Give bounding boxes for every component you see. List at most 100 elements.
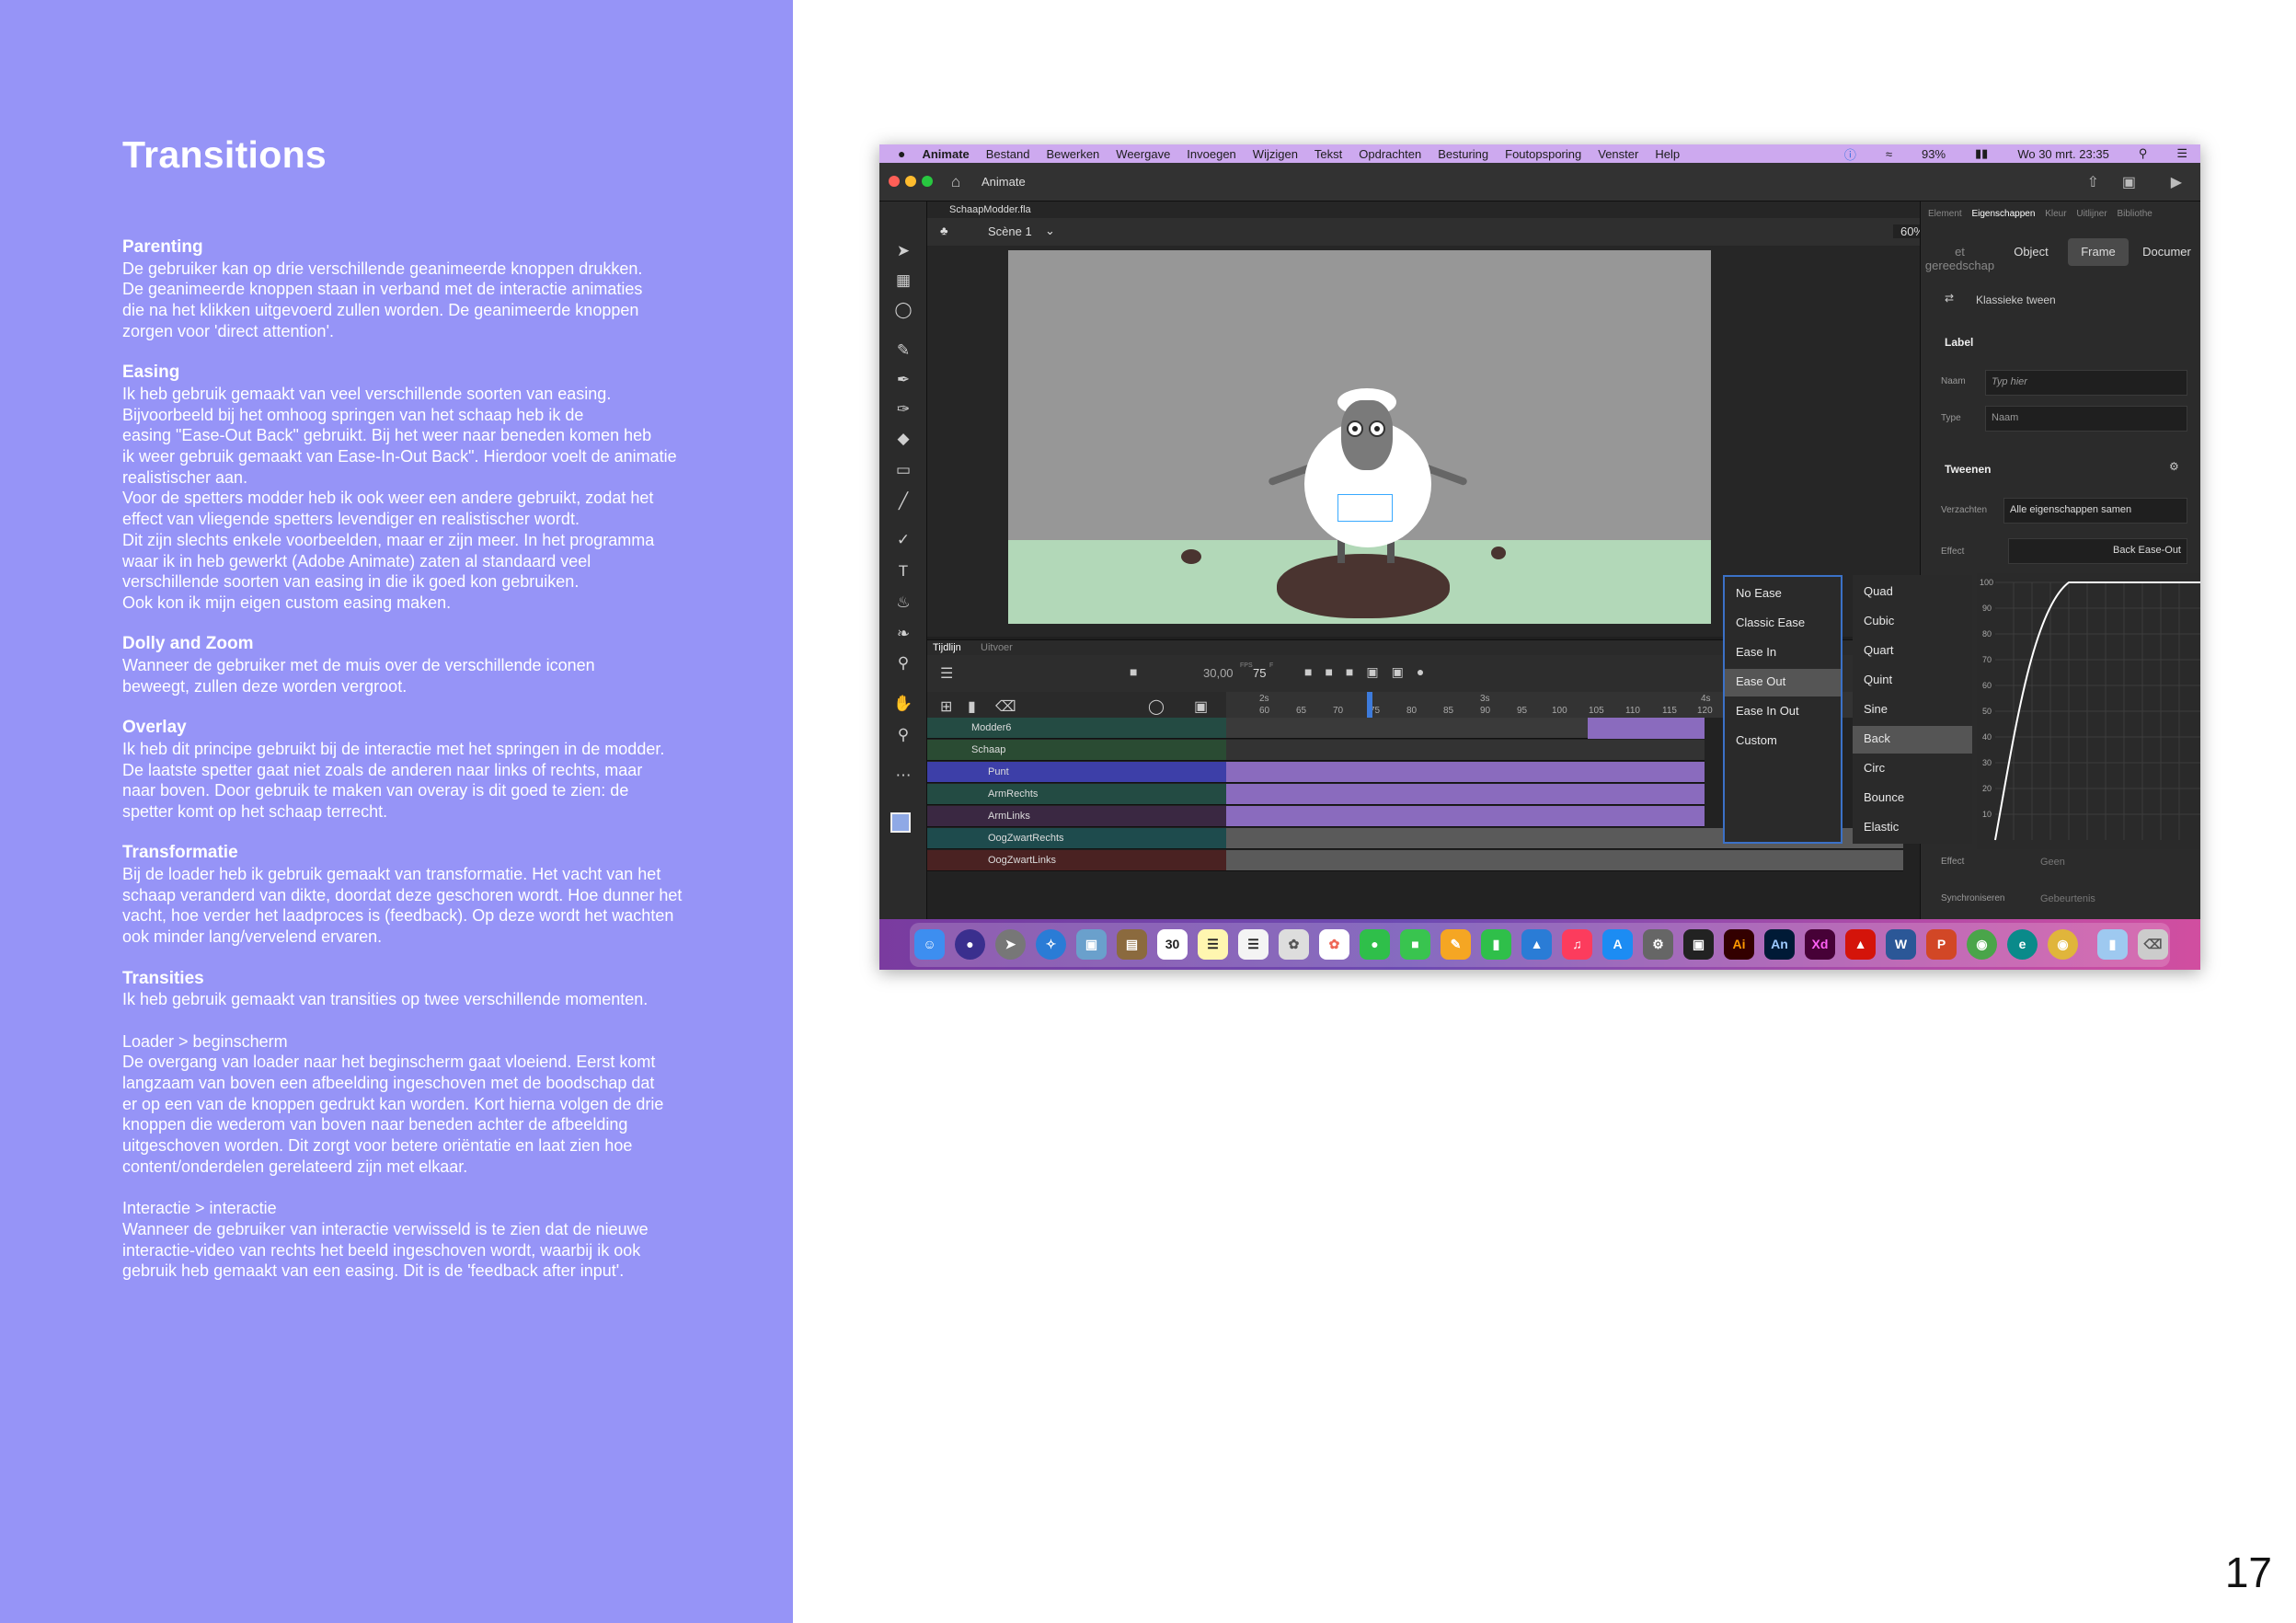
reminders-icon[interactable]: ☰ (1238, 929, 1269, 960)
paint-bucket-icon[interactable]: ♨ (892, 592, 914, 614)
frame-track[interactable] (1226, 850, 1903, 871)
apple-icon[interactable]: ● (898, 146, 905, 161)
pin-icon[interactable]: ⚲ (892, 652, 914, 674)
tab-document[interactable]: Documer (2132, 238, 2200, 266)
menu-animate[interactable]: Animate (922, 147, 969, 161)
layers-icon[interactable]: ☰ (940, 664, 953, 683)
frame-track[interactable] (1226, 718, 1705, 739)
trash-icon[interactable]: ⌫ (2138, 929, 2168, 960)
selection-tool-icon[interactable]: ➤ (892, 240, 914, 262)
keynote-icon[interactable]: ▲ (1521, 929, 1552, 960)
stroke-fill-swatch[interactable] (890, 812, 911, 833)
curve-option[interactable]: Circ (1853, 755, 1972, 783)
eraser-icon[interactable]: ◆ (892, 428, 914, 450)
curve-option[interactable]: Quart (1853, 638, 1972, 665)
folder-icon[interactable]: ▮ (968, 697, 976, 716)
tab-kleur[interactable]: Kleur (2045, 209, 2066, 219)
notes-icon[interactable]: ☰ (1198, 929, 1228, 960)
curve-option[interactable]: Cubic (1853, 608, 1972, 636)
powerpoint-icon[interactable]: P (1926, 929, 1957, 960)
wifi-icon[interactable]: ≈ (1886, 147, 1892, 161)
layer-row[interactable]: Schaap (927, 740, 1226, 761)
curve-option[interactable]: Quint (1853, 667, 1972, 695)
menu-help[interactable]: Help (1655, 147, 1680, 161)
playhead[interactable] (1367, 692, 1372, 718)
pages-icon[interactable]: ✎ (1441, 929, 1471, 960)
notes-icon[interactable]: ▤ (1117, 929, 1147, 960)
gear-icon[interactable]: ⚙ (2169, 460, 2179, 473)
effect-value[interactable]: Geen (2040, 857, 2065, 868)
minimize-window-button[interactable] (905, 176, 916, 187)
menu-venster[interactable]: Venster (1598, 147, 1638, 161)
close-window-button[interactable] (889, 176, 900, 187)
workspace-icon[interactable]: ▣ (2122, 173, 2136, 191)
classic-tween-label[interactable]: Klassieke tween (1976, 294, 2056, 306)
menu-bestand[interactable]: Bestand (986, 147, 1030, 161)
safari-icon[interactable]: ✧ (1036, 929, 1066, 960)
lasso-icon[interactable]: ◯ (892, 299, 914, 321)
launchpad-icon[interactable]: ➤ (995, 929, 1026, 960)
menu-opdrachten[interactable]: Opdrachten (1359, 147, 1421, 161)
eyedropper-icon[interactable]: ❧ (892, 623, 914, 645)
ease-option-selected[interactable]: Ease Out (1725, 669, 1841, 696)
frame-track[interactable] (1226, 784, 1705, 805)
scene-name[interactable]: Scène 1 (988, 224, 1032, 238)
layer-row[interactable]: ArmRechts (927, 784, 1226, 805)
free-transform-icon[interactable]: ▦ (892, 270, 914, 292)
tab-tool[interactable]: et gereedschap (1921, 238, 1999, 272)
playback-controls[interactable]: ■■■▣▣● (1304, 664, 1437, 680)
control-center-icon[interactable]: ☰ (2176, 146, 2187, 161)
edge-icon[interactable]: e (2007, 929, 2038, 960)
camera-icon[interactable]: ■ (1130, 664, 1137, 679)
layer-row[interactable]: Modder6 (927, 718, 1226, 739)
word-icon[interactable]: W (1886, 929, 1916, 960)
chevron-down-icon[interactable]: ⌄ (1045, 224, 1055, 238)
pencil-icon[interactable]: ✎ (892, 340, 914, 362)
ease-option[interactable]: Ease In (1725, 639, 1841, 667)
info-icon[interactable]: ⓘ (1844, 145, 1856, 163)
new-layer-icon[interactable]: ⊞ (940, 697, 952, 716)
type-select[interactable]: Naam (1985, 406, 2187, 432)
tab-eigenschappen[interactable]: Eigenschappen (1971, 209, 2035, 219)
xd-icon[interactable]: Xd (1805, 929, 1835, 960)
tab-bibliotheek[interactable]: Bibliothe (2117, 209, 2152, 219)
curve-option[interactable]: Elastic (1853, 814, 1972, 842)
system-preferences-icon[interactable]: ⚙ (1643, 929, 1673, 960)
tab-uitvoer[interactable]: Uitvoer (981, 642, 1013, 653)
preview-icon[interactable]: ▣ (1076, 929, 1107, 960)
name-field[interactable]: Typ hier (1985, 370, 2187, 396)
tab-tijdlijn[interactable]: Tijdlijn (933, 642, 961, 653)
photos-icon[interactable]: ✿ (1279, 929, 1309, 960)
stage-canvas[interactable] (1008, 250, 1711, 624)
effect-select[interactable]: Back Ease-Out (2008, 538, 2187, 564)
text-tool-icon[interactable]: T (892, 560, 914, 582)
fps-value[interactable]: 30,00 (1203, 666, 1234, 680)
curve-option[interactable]: Quad (1853, 579, 1972, 606)
finder-icon[interactable]: ☺ (914, 929, 945, 960)
tab-frame[interactable]: Frame (2068, 238, 2129, 266)
menu-foutopsporing[interactable]: Foutopsporing (1505, 147, 1581, 161)
menu-invoegen[interactable]: Invoegen (1187, 147, 1236, 161)
hand-icon[interactable]: ✋ (892, 693, 914, 715)
rectangle-icon[interactable]: ▭ (892, 459, 914, 481)
layer-row[interactable]: OogZwartRechts (927, 828, 1226, 849)
layer-row[interactable]: Punt (927, 762, 1226, 783)
frame-track[interactable] (1226, 762, 1705, 783)
zoom-window-button[interactable] (922, 176, 933, 187)
curve-option[interactable]: Bounce (1853, 785, 1972, 812)
illustrator-icon[interactable]: Ai (1724, 929, 1754, 960)
lock-icon[interactable]: ▣ (1194, 697, 1208, 716)
more-tools-icon[interactable]: ⋯ (892, 765, 914, 787)
tab-uitlijner[interactable]: Uitlijner (2076, 209, 2107, 219)
menu-weergave[interactable]: Weergave (1116, 147, 1170, 161)
line-icon[interactable]: ╱ (892, 490, 914, 512)
unity-icon[interactable]: ▣ (1683, 929, 1714, 960)
battery-icon[interactable]: ▮▮ (1975, 146, 1988, 161)
tab-object[interactable]: Object (1999, 238, 2063, 266)
pen-icon[interactable]: ✓ (892, 529, 914, 551)
animate-icon[interactable]: An (1764, 929, 1795, 960)
search-icon[interactable]: ⚲ (2139, 146, 2148, 161)
zoom-icon[interactable]: ⚲ (892, 724, 914, 746)
paint-brush-icon[interactable]: ✑ (892, 398, 914, 420)
clock[interactable]: Wo 30 mrt. 23:35 (2017, 147, 2108, 161)
